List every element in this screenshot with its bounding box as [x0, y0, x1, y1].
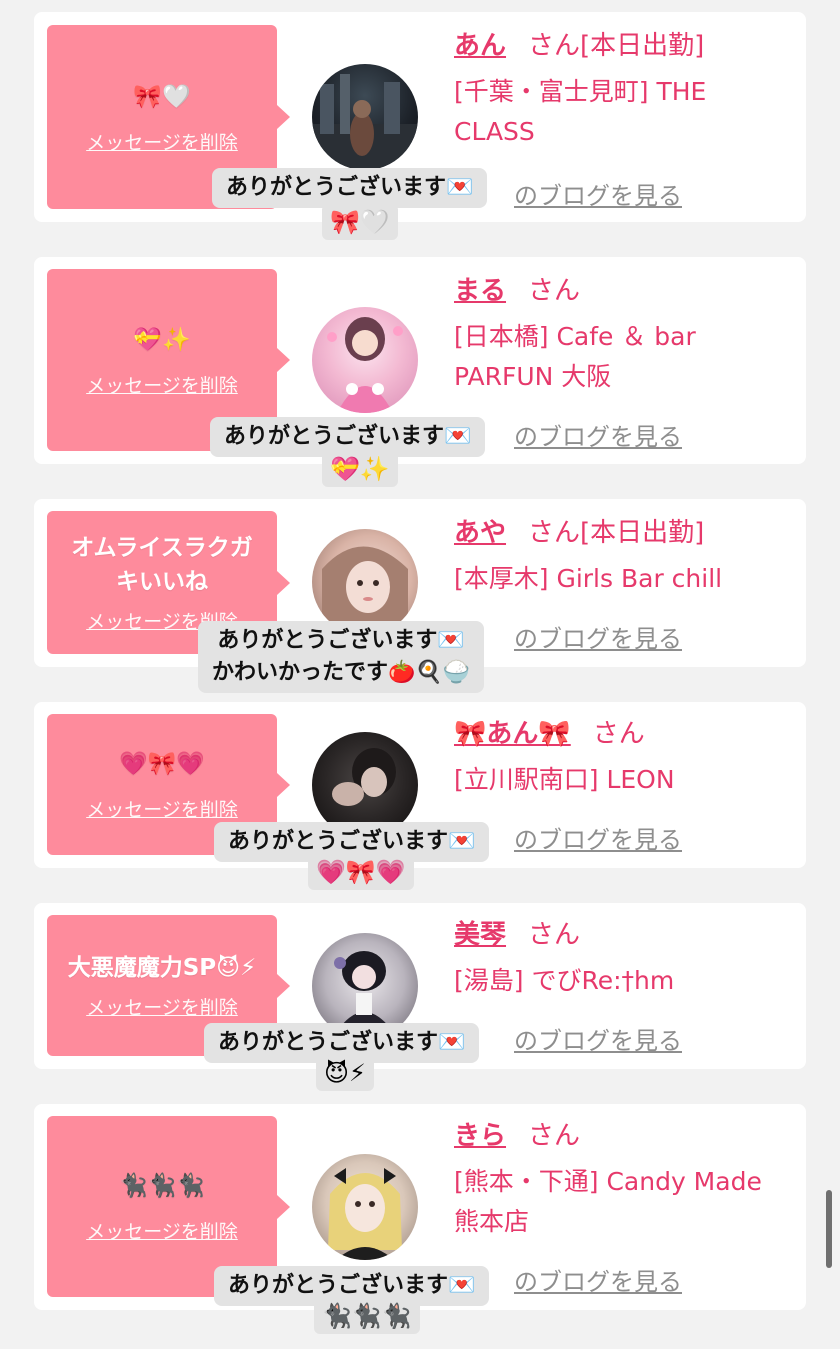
view-blog-link[interactable]: のブログを見る: [514, 176, 682, 211]
view-blog-link[interactable]: のブログを見る: [514, 619, 682, 654]
girl-info: あん さん[本日出勤] [千葉・富士見町] THE CLASS: [454, 26, 794, 152]
message-card: 🎀🤍 メッセージを削除 あん さん[本日出勤] [千葉・富士見町] THE CLA…: [34, 12, 806, 240]
avatar-photo: [322, 546, 408, 635]
avatar-photo: [327, 317, 403, 413]
girl-name-link[interactable]: きら: [454, 1121, 506, 1151]
reply-text: ありがとうございます💌: [228, 1273, 476, 1298]
shop-name-link[interactable]: [立川駅南口] LEON: [454, 760, 794, 800]
status-badge: [本日出勤]: [580, 518, 705, 548]
san-label: さん: [592, 719, 645, 749]
girl-info: 🎀あん🎀 さん [立川駅南口] LEON: [454, 714, 794, 800]
name-row: あや さん[本日出勤]: [454, 513, 794, 553]
reply-text: ありがとうございます💌: [226, 175, 474, 200]
girl-info: まる さん [日本橋] Cafe ＆ bar PARFUN 大阪: [454, 271, 794, 397]
avatar-photo: [312, 74, 418, 170]
delete-message-link[interactable]: メッセージを削除: [86, 128, 238, 155]
avatar[interactable]: [312, 307, 418, 413]
shop-name-link[interactable]: [日本橋] Cafe ＆ bar PARFUN 大阪: [454, 317, 794, 397]
message-text: 💗🎀💗: [119, 751, 205, 777]
reply-text: ありがとうございます💌: [228, 829, 476, 854]
name-row: 🎀あん🎀 さん: [454, 714, 794, 754]
view-blog-link[interactable]: のブログを見る: [514, 1021, 682, 1056]
avatar-photo: [328, 1168, 402, 1260]
message-card: オムライスラクガキいいね メッセージを削除 あや さん[本日出勤] [本厚木] G…: [34, 499, 806, 693]
delete-message-link[interactable]: メッセージを削除: [86, 993, 238, 1020]
san-label: さん: [528, 518, 581, 548]
name-row: 美琴 さん: [454, 915, 794, 955]
delete-message-link[interactable]: メッセージを削除: [86, 795, 238, 822]
girl-name-link[interactable]: あや: [454, 518, 506, 548]
reply-text-2: かわいかったです🍅🍳🍚: [212, 660, 471, 685]
reply-text: ありがとうございます💌: [224, 424, 472, 449]
san-label: さん: [528, 31, 581, 61]
status-badge: [本日出勤]: [580, 31, 705, 61]
shop-name-link[interactable]: [湯島] でびRe:†hm: [454, 961, 794, 1001]
name-row: あん さん[本日出勤]: [454, 26, 794, 66]
message-card: 🐈‍⬛🐈‍⬛🐈‍⬛ メッセージを削除 きら さん [熊本・下通] Candy Ma…: [34, 1104, 806, 1334]
reply-tooltip: ありがとうございます💌: [212, 168, 488, 208]
girl-name-link[interactable]: まる: [454, 276, 506, 306]
reply-text: ありがとうございます💌: [217, 628, 465, 653]
view-blog-link[interactable]: のブログを見る: [514, 820, 682, 855]
shop-name-link[interactable]: [千葉・富士見町] THE CLASS: [454, 72, 794, 152]
san-label: さん: [528, 276, 581, 306]
girl-info: 美琴 さん [湯島] でびRe:†hm: [454, 915, 794, 1001]
girl-name-link[interactable]: あん: [454, 31, 506, 61]
shop-name-link[interactable]: [本厚木] Girls Bar chill: [454, 559, 794, 599]
girl-info: あや さん[本日出勤] [本厚木] Girls Bar chill: [454, 513, 794, 599]
name-row: まる さん: [454, 271, 794, 311]
delete-message-link[interactable]: メッセージを削除: [86, 371, 238, 398]
message-text: 🎀🤍: [133, 83, 191, 110]
message-text: 🐈‍⬛🐈‍⬛🐈‍⬛: [119, 1173, 205, 1199]
view-blog-link[interactable]: のブログを見る: [514, 417, 682, 452]
reply-text: ありがとうございます💌: [218, 1030, 466, 1055]
message-text: 💝✨: [133, 326, 191, 353]
reply-emoji: 💝✨: [322, 451, 398, 487]
avatar[interactable]: [312, 529, 418, 635]
san-label: さん: [528, 1121, 581, 1151]
reply-tooltip: ありがとうございます💌 かわいかったです🍅🍳🍚: [198, 621, 485, 693]
avatar[interactable]: [312, 1154, 418, 1260]
reply-emoji: 🎀🤍: [322, 204, 398, 240]
delete-message-link[interactable]: メッセージを削除: [86, 1217, 238, 1244]
san-label: さん: [528, 920, 581, 950]
girl-name-link[interactable]: 美琴: [454, 920, 506, 950]
view-blog-link[interactable]: のブログを見る: [514, 1262, 682, 1297]
name-row: きら さん: [454, 1116, 794, 1156]
reply-emoji: 😈⚡: [316, 1055, 374, 1091]
scrollbar[interactable]: [826, 1190, 832, 1268]
girl-info: きら さん [熊本・下通] Candy Made 熊本店: [454, 1116, 794, 1242]
message-text: オムライスラクガキいいね: [71, 535, 253, 595]
shop-name-link[interactable]: [熊本・下通] Candy Made 熊本店: [454, 1162, 794, 1242]
message-card: 💝✨ メッセージを削除 まる さん [日本橋] Cafe ＆ bar PARFUN…: [34, 257, 806, 487]
message-text: 大悪魔魔力SP😈⚡: [67, 955, 257, 981]
girl-name-link[interactable]: 🎀あん🎀: [454, 719, 571, 749]
avatar[interactable]: [312, 64, 418, 170]
reply-emoji: 💗🎀💗: [308, 854, 414, 890]
message-card: 💗🎀💗 メッセージを削除 🎀あん🎀 さん [立川駅南口] LEON のブログを見る…: [34, 702, 806, 890]
message-card: 大悪魔魔力SP😈⚡ メッセージを削除 美琴 さん [湯島] でびRe:†hm のブ…: [34, 903, 806, 1091]
reply-emoji: 🐈‍⬛🐈‍⬛🐈‍⬛: [314, 1298, 420, 1334]
